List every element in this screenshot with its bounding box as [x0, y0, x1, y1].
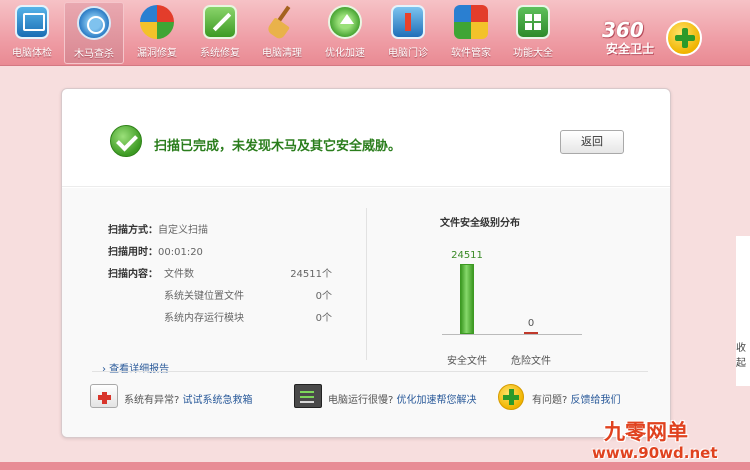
tab-label: 软件管家	[451, 48, 491, 59]
terminal-icon	[294, 384, 322, 408]
monitor-icon	[15, 5, 49, 39]
scan-duration-row: 扫描用时：00:01:20	[108, 243, 203, 258]
watermark-title: 九零网单	[604, 420, 688, 444]
tip-text: 有问题?	[532, 395, 571, 406]
collapse-toggle[interactable]: 收起	[736, 339, 750, 369]
content-item-count: 24511个	[290, 269, 332, 280]
tip-text: 电脑运行很慢?	[328, 395, 397, 406]
tab-pc-cleanup[interactable]: 电脑清理	[252, 2, 312, 64]
content-item-name: 文件数	[164, 269, 194, 280]
divider	[366, 208, 367, 360]
speed-up-tip-text: 电脑运行很慢? 优化加速帮您解决	[328, 391, 477, 406]
chart-category-label: 危险文件	[511, 356, 551, 367]
chart-baseline	[442, 334, 582, 335]
content-item-count: 0个	[315, 313, 332, 324]
logo-brand: 360	[602, 18, 644, 42]
chart-category-label: 安全文件	[447, 356, 487, 367]
result-header: 扫描已完成，未发现木马及其它安全威胁。 返回	[62, 89, 670, 187]
tab-label: 优化加速	[325, 48, 365, 59]
scan-method-label: 扫描方式：	[108, 225, 158, 236]
tools-icon	[203, 5, 237, 39]
logo-subtitle: 安全卫士	[606, 42, 655, 56]
chart-value-label: 24511	[451, 250, 483, 261]
scan-method-value: 自定义扫描	[158, 225, 208, 236]
content-item-count: 0个	[315, 291, 332, 302]
tab-label: 木马查杀	[74, 49, 114, 60]
watermark-url: www.90wd.net	[592, 444, 718, 462]
scan-result-panel: 扫描已完成，未发现木马及其它安全威胁。 返回 扫描方式：自定义扫描 扫描用时：0…	[61, 88, 671, 438]
broom-icon	[265, 5, 299, 39]
first-aid-link[interactable]: 试试系统急救箱	[183, 395, 253, 406]
chart-value-label: 0	[527, 318, 535, 329]
watermark: 九零网单 www.90wd.net	[590, 416, 740, 468]
scan-method-row: 扫描方式：自定义扫描	[108, 221, 208, 236]
doctor-icon	[391, 5, 425, 39]
app-logo: 360 安全卫士	[600, 0, 720, 62]
speed-up-icon	[328, 5, 362, 39]
tab-speed-up[interactable]: 优化加速	[315, 2, 375, 64]
back-button[interactable]: 返回	[560, 130, 624, 154]
scan-duration-label: 扫描用时：	[108, 247, 158, 258]
tab-system-repair[interactable]: 系统修复	[190, 2, 250, 64]
tab-label: 功能大全	[513, 48, 553, 59]
check-icon	[110, 125, 142, 157]
tab-label: 漏洞修复	[137, 48, 177, 59]
patch-ball-icon	[140, 5, 174, 39]
chart-bar	[524, 332, 538, 334]
apps-icon	[516, 5, 550, 39]
first-aid-tip-text: 系统有异常? 试试系统急救箱	[124, 391, 253, 406]
tab-label: 电脑体检	[12, 48, 52, 59]
tab-label: 电脑门诊	[388, 48, 428, 59]
scan-content-row: 扫描内容：	[108, 265, 158, 280]
chart-title: 文件安全级别分布	[440, 218, 520, 229]
tab-software-manager[interactable]: 软件管家	[441, 2, 501, 64]
software-manager-icon	[454, 5, 488, 39]
chart-bar	[460, 264, 474, 334]
divider	[92, 371, 648, 372]
content-item-name: 系统内存运行模块	[164, 313, 244, 324]
tip-text: 系统有异常?	[124, 395, 183, 406]
tab-label: 系统修复	[200, 48, 240, 59]
content-item-name: 系统关键位置文件	[164, 291, 244, 302]
plus-icon	[666, 20, 702, 56]
scan-content-label: 扫描内容：	[108, 269, 158, 280]
tab-label: 电脑清理	[262, 48, 302, 59]
view-detail-report-link[interactable]: › 查看详细报告	[102, 360, 169, 375]
tab-trojan-scan[interactable]: 木马查杀	[64, 2, 124, 64]
scan-duration-value: 00:01:20	[158, 247, 203, 258]
taskbar-strip	[0, 462, 750, 470]
speed-up-link[interactable]: 优化加速帮您解决	[397, 395, 477, 406]
tab-pc-checkup[interactable]: 电脑体检	[2, 2, 62, 64]
tab-vulnerability-fix[interactable]: 漏洞修复	[127, 2, 187, 64]
first-aid-kit-icon	[90, 384, 118, 408]
result-message: 扫描已完成，未发现木马及其它安全威胁。	[154, 139, 402, 154]
tab-all-features[interactable]: 功能大全	[503, 2, 563, 64]
top-toolbar: 电脑体检 木马查杀 漏洞修复 系统修复 电脑清理 优化加速 电脑门诊 软件管家 …	[0, 0, 750, 66]
file-safety-chart: 24511 安全文件 0 危险文件	[442, 238, 602, 367]
result-body: 扫描方式：自定义扫描 扫描用时：00:01:20 扫描内容： 文件数 24511…	[62, 188, 670, 437]
feedback-link[interactable]: 反馈给我们	[571, 395, 621, 406]
shield-icon	[77, 6, 111, 40]
feedback-tip-text: 有问题? 反馈给我们	[532, 391, 621, 406]
tab-pc-clinic[interactable]: 电脑门诊	[378, 2, 438, 64]
plus-icon	[498, 384, 524, 410]
